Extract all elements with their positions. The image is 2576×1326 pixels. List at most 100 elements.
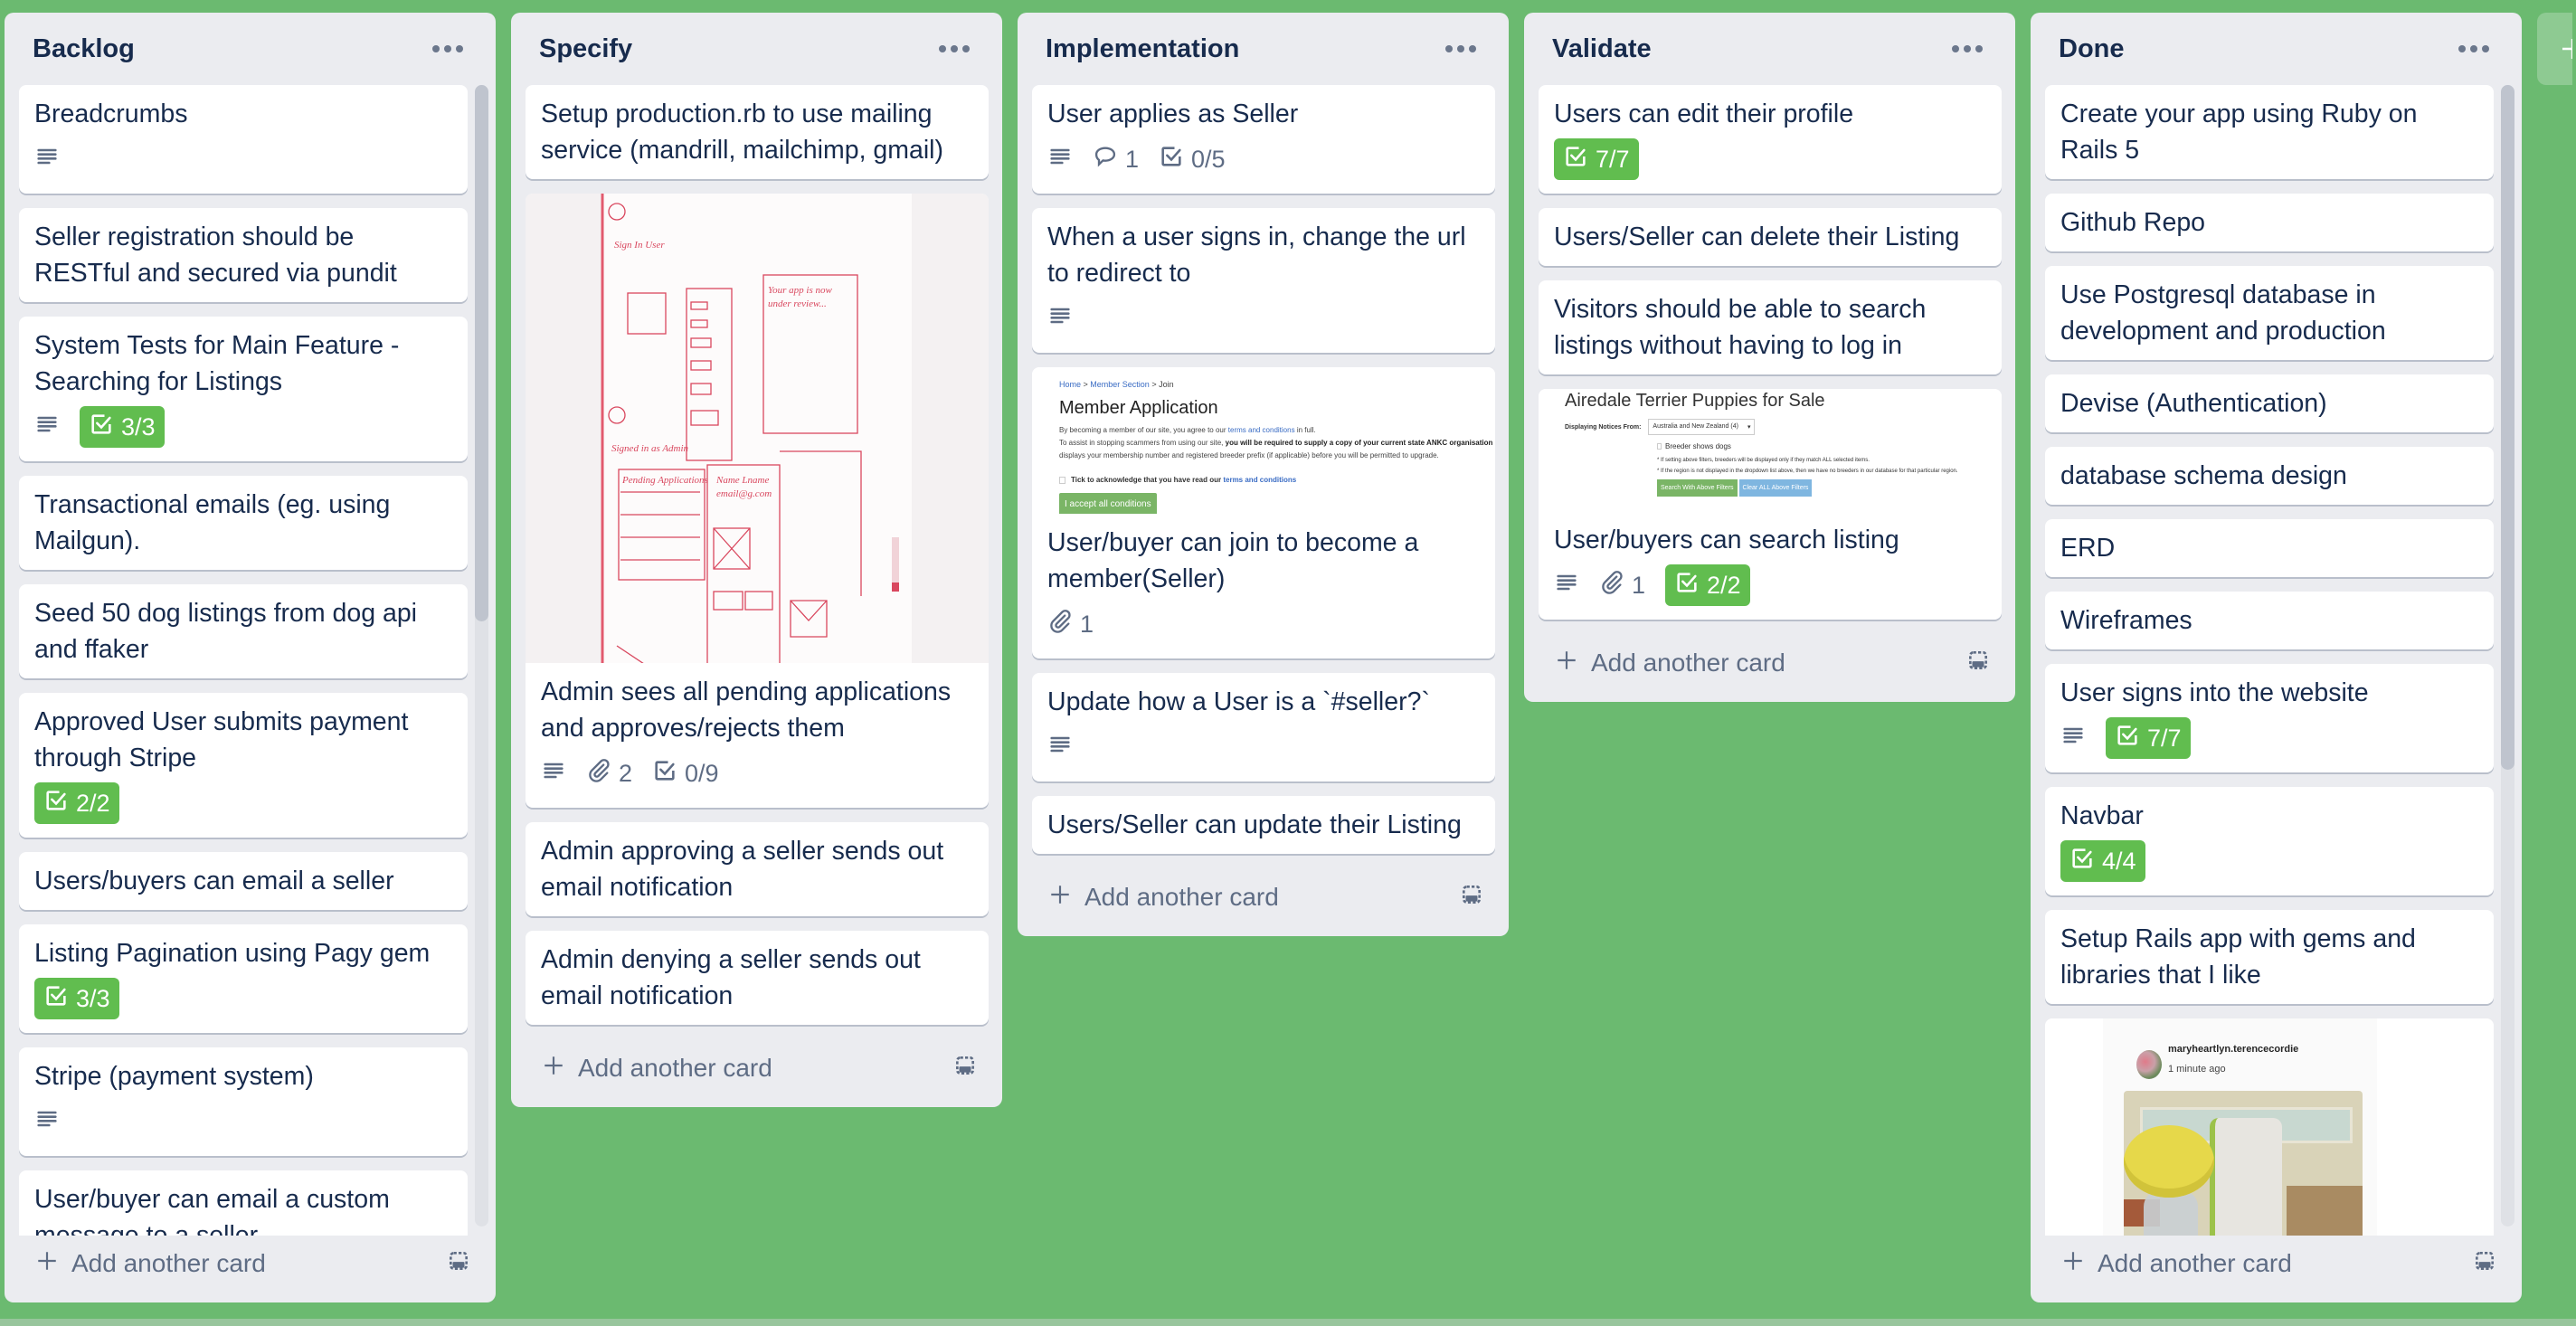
description-badge: [1554, 565, 1579, 605]
list-menu-button[interactable]: [1946, 40, 1988, 58]
list-title[interactable]: Validate: [1552, 34, 1652, 64]
list-implementation: Implementation User applies as Seller 1 0/5…: [1018, 13, 1509, 936]
card[interactable]: User applies as Seller 1 0/5: [1032, 85, 1495, 194]
card-title: Seed 50 dog listings from dog api and ff…: [34, 599, 418, 664]
add-list-button[interactable]: [2537, 13, 2572, 85]
more-icon: [432, 45, 440, 52]
more-icon: [1445, 45, 1453, 52]
card[interactable]: Listing Pagination using Pagy gem 3/3: [19, 924, 468, 1033]
card-badges: 3/3: [19, 406, 468, 448]
card[interactable]: Github Repo: [2045, 194, 2494, 251]
list-scrollbar[interactable]: [475, 85, 488, 1227]
template-icon[interactable]: [2473, 1249, 2496, 1279]
card-title: User/buyer can join to become a member(S…: [1047, 528, 1419, 593]
description-badge: [2060, 718, 2086, 758]
card[interactable]: Admin approving a seller sends out email…: [526, 822, 989, 916]
card[interactable]: Devise (Authentication): [2045, 374, 2494, 432]
card-cover-wireframe: Sign In User Your app is now under review.…: [526, 194, 989, 663]
card[interactable]: Setup production.rb to use mailing servi…: [526, 85, 989, 179]
checklist-count: 7/7: [2147, 724, 2182, 752]
card-title: Admin denying a seller sends out email n…: [541, 945, 921, 1010]
checklist-icon: [2115, 723, 2140, 754]
card-title: Update how a User is a `#seller?`: [1047, 687, 1430, 716]
card[interactable]: Users/Seller can update their Listing: [1032, 796, 1495, 854]
card[interactable]: maryheartlyn.terencecordie 1 minute ago: [2045, 1018, 2494, 1236]
list-menu-button[interactable]: [1440, 40, 1482, 58]
checklist-badge: 3/3: [80, 406, 165, 448]
cover-note: * If the region is not displayed in the …: [1657, 469, 1958, 474]
list-header: Backlog: [5, 13, 496, 85]
card[interactable]: Use Postgresql database in development a…: [2045, 266, 2494, 360]
card[interactable]: Home > Member Section > Join Member Appli…: [1032, 367, 1495, 658]
add-card-label: Add another card: [1084, 883, 1279, 911]
list-specify: Specify Setup production.rb to use mailin…: [511, 13, 1002, 1107]
card[interactable]: Wireframes: [2045, 592, 2494, 649]
card-badges: 1: [1032, 604, 1495, 644]
card[interactable]: ERD: [2045, 519, 2494, 577]
add-card-button[interactable]: Add another card: [35, 1249, 266, 1279]
template-icon[interactable]: [1460, 883, 1483, 913]
card[interactable]: Setup Rails app with gems and libraries …: [2045, 910, 2494, 1004]
card[interactable]: Sign In User Your app is now under review.…: [526, 194, 989, 808]
card[interactable]: Admin denying a seller sends out email n…: [526, 931, 989, 1025]
card[interactable]: database schema design: [2045, 447, 2494, 505]
checklist-badge: 7/7: [1554, 138, 1639, 180]
list-title[interactable]: Specify: [539, 34, 632, 64]
card[interactable]: Seller registration should be RESTful an…: [19, 208, 468, 302]
card[interactable]: Airedale Terrier Puppies for Sale Display…: [1539, 389, 2002, 620]
add-card-button[interactable]: Add another card: [1048, 883, 1279, 913]
card-title: When a user signs in, change the url to …: [1047, 223, 1466, 288]
list-menu-button[interactable]: [2453, 40, 2495, 58]
plus-icon: [1048, 883, 1072, 913]
card[interactable]: Update how a User is a `#seller?`: [1032, 673, 1495, 781]
scrollbar-thumb[interactable]: [2501, 85, 2514, 771]
more-icon: [2458, 45, 2466, 52]
terms-link: terms and conditions: [1223, 476, 1297, 484]
list-title[interactable]: Backlog: [33, 34, 135, 64]
add-card-button[interactable]: Add another card: [542, 1054, 772, 1084]
add-card-button[interactable]: Add another card: [1555, 649, 1785, 678]
plus-icon: [1555, 649, 1578, 678]
description-icon: [1047, 144, 1073, 175]
card[interactable]: Users can edit their profile 7/7: [1539, 85, 2002, 194]
card[interactable]: Breadcrumbs: [19, 85, 468, 194]
list-menu-button[interactable]: [427, 40, 469, 58]
list-scrollbar[interactable]: [2501, 85, 2514, 1227]
card-title: ERD: [2060, 534, 2116, 563]
cover-paragraph: To assist in stopping scammers from usin…: [1059, 439, 1495, 447]
more-icon: [939, 45, 946, 52]
card-badges: 1 0/5: [1032, 139, 1495, 179]
template-icon[interactable]: [1966, 649, 1990, 678]
template-icon[interactable]: [447, 1249, 470, 1279]
card-title: Stripe (payment system): [34, 1062, 314, 1091]
card-badges: 2 0/9: [526, 753, 989, 793]
photo-box: [2287, 1186, 2363, 1236]
add-card-button[interactable]: Add another card: [2061, 1249, 2292, 1279]
card[interactable]: When a user signs in, change the url to …: [1032, 208, 1495, 353]
text: in full.: [1294, 426, 1316, 434]
text: Breeder shows dogs: [1665, 442, 1731, 450]
card[interactable]: Approved User submits payment through St…: [19, 693, 468, 838]
list-title[interactable]: Done: [2059, 34, 2125, 64]
card[interactable]: System Tests for Main Feature - Searchin…: [19, 317, 468, 461]
list-menu-button[interactable]: [933, 40, 975, 58]
card[interactable]: Navbar 4/4: [2045, 787, 2494, 895]
card[interactable]: User/buyer can email a custom message to…: [19, 1170, 468, 1236]
card[interactable]: Users/Seller can delete their Listing: [1539, 208, 2002, 266]
card-title: Wireframes: [2060, 606, 2192, 635]
card[interactable]: Visitors should be able to search listin…: [1539, 280, 2002, 374]
card[interactable]: Seed 50 dog listings from dog api and ff…: [19, 584, 468, 678]
checklist-count: 2/2: [76, 789, 110, 817]
checklist-icon: [1674, 570, 1700, 601]
card[interactable]: Users/buyers can email a seller: [19, 852, 468, 910]
scrollbar-thumb[interactable]: [475, 85, 488, 622]
board-horizontal-scrollbar[interactable]: [0, 1319, 2576, 1326]
checklist-count: 2/2: [1707, 571, 1741, 599]
card[interactable]: Transactional emails (eg. using Mailgun)…: [19, 476, 468, 570]
card[interactable]: Create your app using Ruby on Rails 5: [2045, 85, 2494, 179]
card-title: Github Repo: [2060, 208, 2206, 237]
list-title[interactable]: Implementation: [1046, 34, 1239, 64]
card[interactable]: User signs into the website 7/7: [2045, 664, 2494, 772]
template-icon[interactable]: [953, 1054, 977, 1084]
card[interactable]: Stripe (payment system): [19, 1047, 468, 1156]
